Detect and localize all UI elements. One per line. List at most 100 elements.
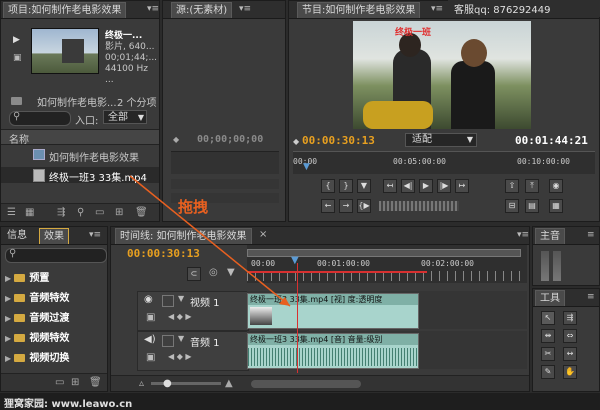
new-item-icon[interactable]: ⊞ xyxy=(71,377,79,388)
trash-icon[interactable]: 🗑 xyxy=(89,377,102,388)
project-bottom-bar: ☰ ▦ ⇶ ⚲ ▭ ⊞ 🗑 xyxy=(1,203,159,221)
eye-icon[interactable]: ◉ xyxy=(144,294,153,305)
panel-menu-icon[interactable]: ▾≡ xyxy=(147,4,159,14)
audio-track-area[interactable]: 终极一班3 33集.mp4 [音] 音量:级别 xyxy=(247,331,527,369)
lock-toggle[interactable] xyxy=(162,335,174,347)
ripple-edit-tool-button[interactable]: ⇹ xyxy=(541,329,555,343)
collapse-arrow-icon[interactable]: ▼ xyxy=(178,334,184,343)
zoom-out-icon[interactable]: ▵ xyxy=(139,378,144,389)
list-item[interactable]: 如何制作老电影效果 xyxy=(1,147,159,164)
goto-in-button[interactable]: ↤ xyxy=(383,179,397,193)
hand-tool-button[interactable]: ✋ xyxy=(563,365,577,379)
horizontal-scrollbar[interactable] xyxy=(251,380,361,388)
play-button[interactable]: ▶ xyxy=(419,179,433,193)
keyframe-toggle-icon[interactable]: ▣ xyxy=(146,352,155,363)
extract-button[interactable]: ⤒ xyxy=(525,179,539,193)
speaker-icon[interactable]: ◀) xyxy=(144,334,156,345)
add-marker-icon[interactable]: ▼ xyxy=(227,267,235,278)
step-forward-button[interactable]: |▶ xyxy=(437,179,451,193)
folder-label: 预置 xyxy=(29,273,50,284)
razor-tool-button[interactable]: ✂ xyxy=(541,347,555,361)
icon-view-icon[interactable]: ▦ xyxy=(25,207,34,218)
source-timecode[interactable]: 00;00;00;00 xyxy=(197,134,263,145)
folder-icon xyxy=(14,274,26,282)
keyframe-nav[interactable]: ◀ ◆ ▶ xyxy=(168,352,192,361)
panel-menu-icon[interactable]: ≡ xyxy=(587,230,597,240)
goto-out-button[interactable]: ↦ xyxy=(455,179,469,193)
source-scrub-bar[interactable] xyxy=(171,151,279,174)
new-bin-icon[interactable]: ▭ xyxy=(95,207,104,218)
panel-menu-icon[interactable]: ▾≡ xyxy=(89,230,101,240)
collapse-arrow-icon[interactable]: ▼ xyxy=(178,294,184,303)
entry-select[interactable]: 全部 ▼ xyxy=(103,110,147,124)
lift-button[interactable]: ⇧ xyxy=(505,179,519,193)
jog-shuttle[interactable] xyxy=(379,201,459,211)
list-view-icon[interactable]: ☰ xyxy=(7,207,16,218)
panel-menu-icon[interactable]: ≡ xyxy=(587,292,597,302)
add-marker-button[interactable]: ▼ xyxy=(357,179,371,193)
video-person-right xyxy=(451,61,495,129)
tab-master-audio[interactable]: 主音 xyxy=(535,228,565,244)
marker-tool-icon[interactable]: ◎ xyxy=(209,267,218,278)
automate-icon[interactable]: ⇶ xyxy=(57,207,65,218)
slip-tool-button[interactable]: ↔ xyxy=(563,347,577,361)
fit-select[interactable]: 适配 ▼ xyxy=(405,133,477,147)
set-in-button[interactable]: { xyxy=(321,179,335,193)
effects-folder-item[interactable]: ▶ 音频特效 xyxy=(5,289,105,309)
effects-folder-item[interactable]: ▶ 预置 xyxy=(5,269,105,289)
pen-tool-button[interactable]: ✎ xyxy=(541,365,555,379)
track-select-tool-button[interactable]: ⇶ xyxy=(563,311,577,325)
program-time-ruler[interactable]: 00:00 00:05:00:00 00:10:00:00 ▼ xyxy=(293,151,595,174)
tab-program[interactable]: 节目:如何制作老电影效果 xyxy=(297,2,421,18)
lock-toggle[interactable] xyxy=(162,295,174,307)
work-area-bar[interactable] xyxy=(247,249,521,257)
trash-icon[interactable]: 🗑 xyxy=(135,207,148,218)
output-button[interactable]: ▤ xyxy=(525,199,539,213)
timeline-ruler[interactable]: 00:00 00:01:00:00 00:02:00:00 ▼ xyxy=(247,245,527,283)
tab-info[interactable]: 信息 xyxy=(3,228,31,243)
find-icon[interactable]: ⚲ xyxy=(77,207,84,218)
panel-menu-icon[interactable]: ▾≡ xyxy=(517,230,529,240)
step-back-button[interactable]: ◀| xyxy=(401,179,415,193)
new-bin-icon[interactable]: ▭ xyxy=(55,377,64,388)
video-track-area[interactable]: 终极一班3 33集.mp4 [视] 度:透明度 xyxy=(247,291,527,329)
effects-folder-item[interactable]: ▶ 视频特效 xyxy=(5,329,105,349)
column-header[interactable]: 名称 xyxy=(1,129,159,146)
goto-next-edit-button[interactable]: → xyxy=(339,199,353,213)
tab-effects[interactable]: 效果 xyxy=(39,228,69,244)
program-current-time[interactable]: 00:00:30:13 xyxy=(302,134,375,147)
project-search-input[interactable]: ⚲ xyxy=(9,111,71,126)
set-out-button[interactable]: } xyxy=(339,179,353,193)
tab-timeline[interactable]: 时间线: 如何制作老电影效果 xyxy=(115,228,252,244)
video-clip[interactable]: 终极一班3 33集.mp4 [视] 度:透明度 xyxy=(247,293,419,329)
rolling-edit-tool-button[interactable]: ⇔ xyxy=(563,329,577,343)
export-frame-button[interactable]: ◉ xyxy=(549,179,563,193)
tab-project[interactable]: 项目:如何制作老电影效果 xyxy=(3,2,127,18)
zoom-slider-knob[interactable]: ● xyxy=(163,378,172,389)
effects-search-input[interactable]: ⚲ xyxy=(5,248,107,263)
timeline-current-time[interactable]: 00:00:30:13 xyxy=(127,247,200,260)
trim-button[interactable]: ⊟ xyxy=(505,199,519,213)
audio-clip[interactable]: 终极一班3 33集.mp4 [音] 音量:级别 xyxy=(247,333,419,369)
selection-tool-button[interactable]: ↖ xyxy=(541,311,555,325)
panel-menu-icon[interactable]: ▾≡ xyxy=(239,4,251,14)
tab-tools[interactable]: 工具 xyxy=(535,290,565,306)
list-item[interactable]: 终极一班3 33集.mp4 xyxy=(1,167,159,184)
new-item-icon[interactable]: ⊞ xyxy=(115,207,123,218)
close-icon[interactable]: × xyxy=(259,229,267,240)
goto-prev-edit-button[interactable]: ← xyxy=(321,199,335,213)
play-thumbnail-icon[interactable]: ▶ xyxy=(13,35,20,45)
safe-margins-button[interactable]: ▦ xyxy=(549,199,563,213)
item-count: 2 个分项 xyxy=(117,98,157,109)
zoom-in-icon[interactable]: ▲ xyxy=(225,378,233,389)
snap-button[interactable]: ⊂ xyxy=(187,267,201,281)
play-in-out-button[interactable]: {▶ xyxy=(357,199,371,213)
effects-folder-item[interactable]: ▶ 视频切换 xyxy=(5,349,105,369)
zoom-slider[interactable] xyxy=(151,382,221,385)
tab-source[interactable]: 源:(无素材) xyxy=(171,2,233,18)
panel-menu-icon[interactable]: ▾≡ xyxy=(431,4,443,14)
effects-folder-item[interactable]: ▶ 音频过渡 xyxy=(5,309,105,329)
keyframe-toggle-icon[interactable]: ▣ xyxy=(146,312,155,323)
playhead-icon[interactable]: ▼ xyxy=(303,162,310,172)
keyframe-nav[interactable]: ◀ ◆ ▶ xyxy=(168,312,192,321)
